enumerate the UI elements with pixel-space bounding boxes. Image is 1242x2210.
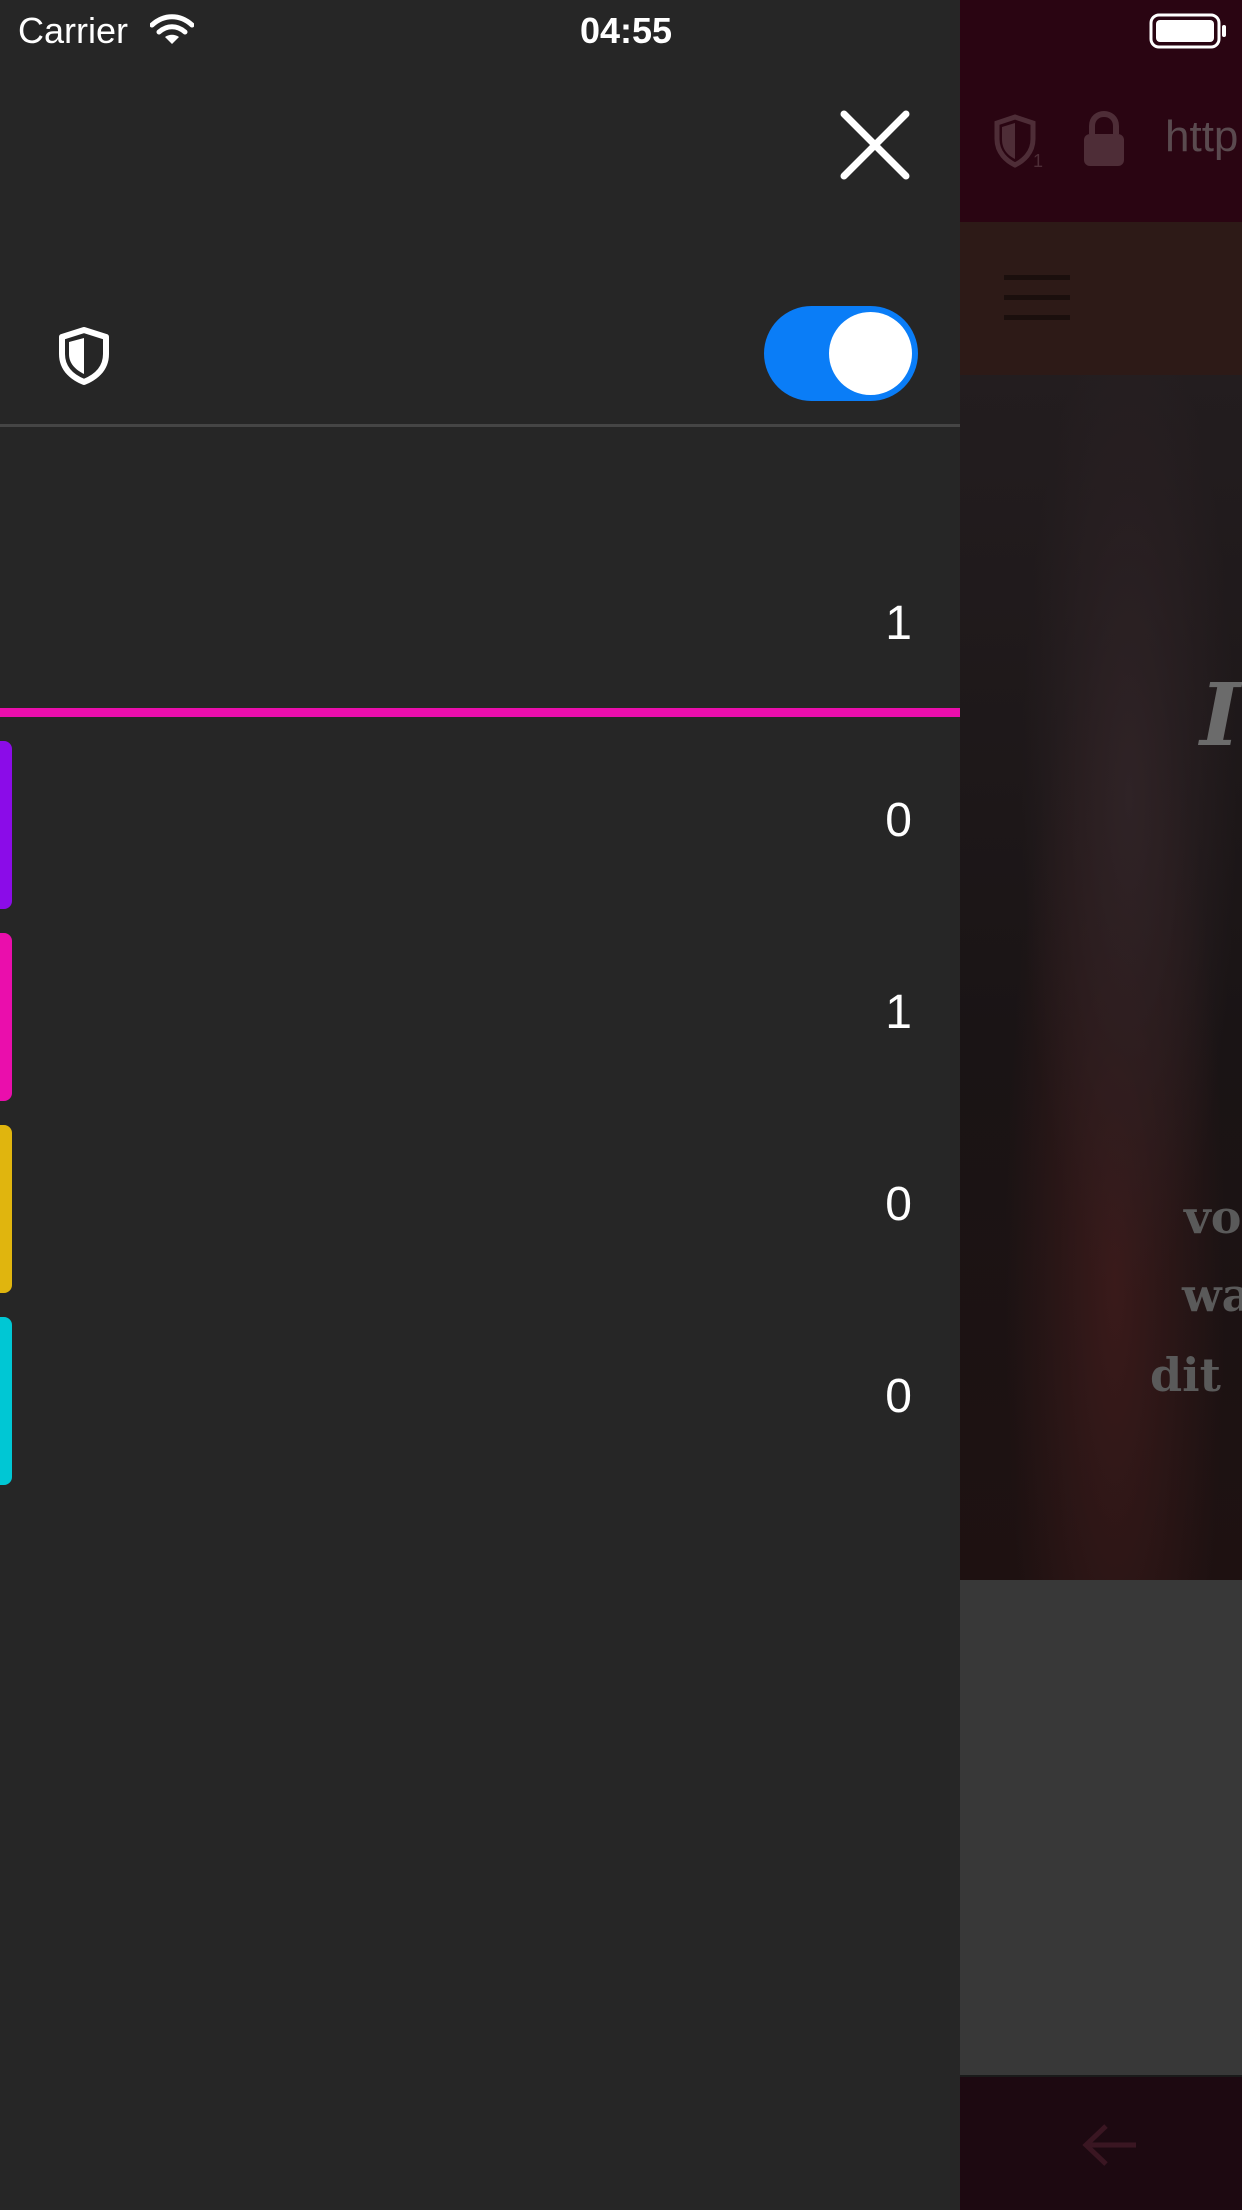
page-section (960, 1580, 1242, 2075)
battery-icon (1149, 13, 1226, 49)
category-color-bar (0, 933, 12, 1101)
category-color-bar (0, 741, 12, 909)
hero-text-line: dit (1150, 1348, 1221, 1402)
category-count: 0 (885, 1370, 912, 1423)
category-count: 1 (885, 986, 912, 1039)
category-count: 0 (885, 1178, 912, 1231)
browser-toolbar (960, 2075, 1242, 2210)
hamburger-menu-icon[interactable] (1004, 275, 1070, 321)
hero-image: I vo wa dit (960, 375, 1242, 1580)
tracker-category-row[interactable]: 0 (0, 1125, 960, 1293)
hero-title: I (1200, 665, 1241, 766)
shield-icon (59, 327, 109, 385)
site-nav-bar (960, 222, 1242, 375)
accent-line (0, 708, 960, 717)
protection-toggle[interactable] (764, 306, 918, 401)
tracker-category-row[interactable]: 0 (0, 1317, 960, 1485)
clock: 04:55 (579, 10, 673, 51)
back-arrow-icon[interactable] (1080, 2120, 1140, 2170)
total-blocked-count: 1 (885, 597, 912, 650)
close-icon[interactable] (838, 108, 912, 182)
hero-text-line: vo (1184, 1190, 1242, 1244)
toggle-knob (829, 312, 912, 395)
shield-badge-count: 1 (1033, 151, 1043, 169)
divider (0, 424, 960, 427)
tracker-category-row[interactable]: 1 (0, 933, 960, 1101)
tracker-category-row[interactable]: 0 (0, 741, 960, 909)
privacy-drawer: 1 0 1 0 0 (0, 0, 960, 2208)
status-bar: Carrier 04:55 (0, 0, 1242, 62)
category-color-bar (0, 1125, 12, 1293)
category-color-bar (0, 1317, 12, 1485)
category-count: 0 (885, 794, 912, 847)
background-web-page: 1 http I vo wa dit (960, 0, 1242, 2210)
tracking-shield-icon[interactable]: 1 (993, 113, 1045, 169)
lock-icon (1084, 110, 1124, 166)
hero-text-line: wa (1182, 1268, 1242, 1322)
url-text[interactable]: http (1165, 112, 1238, 162)
